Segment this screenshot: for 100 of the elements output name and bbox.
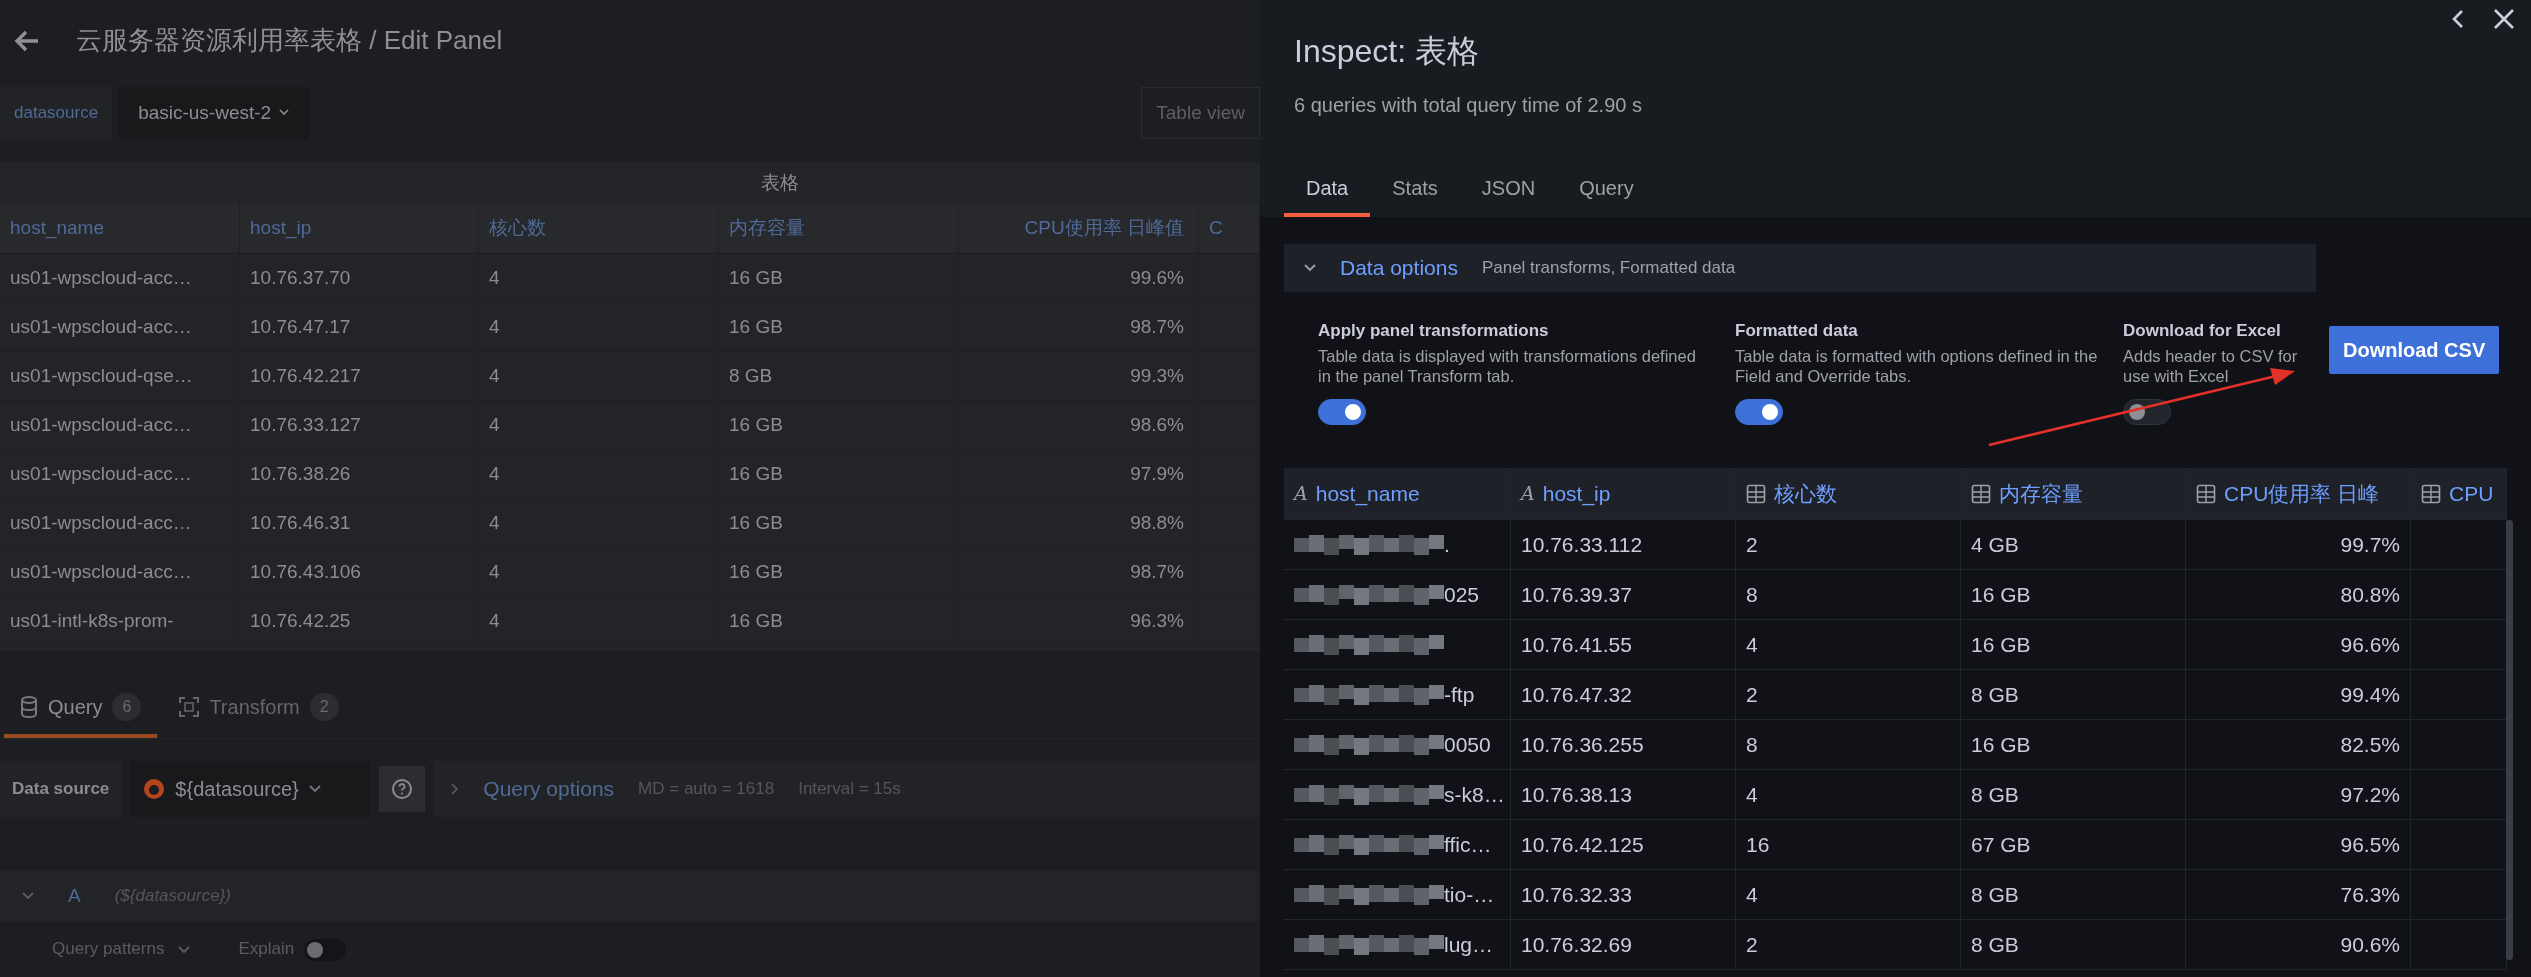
transform-tab[interactable]: Transform 2 [163,692,355,739]
table-cell: us01-wpscloud-acc… [0,449,240,498]
column-header-label: CPU使用率 日峰 [2224,480,2380,507]
chevron-down-icon [279,109,290,117]
table-cell-text: s-k8… [1444,781,1505,808]
database-icon [20,696,38,719]
table-cell: 16 GB [719,596,959,645]
column-header[interactable]: 内存容量 [1961,468,2186,519]
table-cell: 4 [1736,770,1961,819]
option-description: Adds header to CSV for use with Excel [2123,345,2299,387]
option-title: Apply panel transformations [1318,320,1550,342]
query-tab[interactable]: Query 6 [4,692,158,739]
table-cell-text: lug… [1444,931,1494,958]
table-cell: 10.76.43.106 [240,547,479,596]
drawer-subtitle: 6 queries with total query time of 2.90 s [1294,93,1643,119]
table-cell: 4 [479,596,719,645]
data-options-summary: Panel transforms, Formatted data [1481,257,1736,280]
column-header-label: host_ip [1542,480,1611,508]
table-cell: 10.76.32.33 [1511,870,1736,919]
chevron-down-icon [308,785,321,794]
column-header[interactable]: CPU使用率 日峰值 [959,203,1199,253]
query-options-link[interactable]: Query options [483,773,615,805]
option-description: Table data is displayed with transformations defined in the panel Transform tab. [1318,345,1697,387]
number-type-icon [1971,483,1991,504]
drawer-title: Inspect: 表格 [1294,32,1480,71]
column-header[interactable]: A host_name [1284,468,1511,519]
column-header[interactable]: CPU [2411,468,2507,519]
option-description: Table data is formatted with options defined in the Field and Override tabs. [1735,345,2099,387]
number-type-icon [1746,483,1766,504]
variable-dropdown[interactable]: basic-us-west-2 [118,86,310,139]
data-source-picker[interactable]: ${datasource} [129,761,372,818]
table-cell: 8 GB [1961,920,2186,969]
inspect-tab[interactable]: JSON [1459,173,1558,217]
table-cell: 16 GB [1961,570,2186,619]
table-cell: 96.5% [2186,820,2411,869]
column-header[interactable]: A host_ip [1511,468,1736,519]
column-header[interactable]: host_name [0,203,240,253]
help-button[interactable] [379,766,426,813]
table-cell: us01-wpscloud-qse… [0,351,240,400]
column-header[interactable]: 核心数 [479,203,719,253]
table-cell: 10.76.36.255 [1511,720,1736,769]
string-type-icon: A [1294,479,1308,508]
table-cell: us01-wpscloud-acc… [0,400,240,449]
scrollbar[interactable] [2506,520,2513,960]
table-cell: 10.76.47.32 [1511,670,1736,719]
table-cell: 98.8% [959,498,1199,547]
table-cell-text: -ftp [1444,681,1475,708]
table-cell: 16 GB [719,449,959,498]
column-header-label: 核心数 [1774,480,1837,507]
table-cell: 10.76.32.69 [1511,920,1736,969]
data-source-label: Data source [0,761,122,818]
table-cell: 98.7% [959,547,1199,596]
column-header[interactable]: host_ip [240,203,479,253]
table-cell: 10.76.47.17 [240,302,479,351]
column-header[interactable]: 核心数 [1736,468,1961,519]
table-cell: 99.7% [2186,520,2411,569]
back-arrow-icon[interactable] [14,28,40,53]
toggle-switch[interactable] [1735,398,1783,425]
table-cell: 90.6% [2186,920,2411,969]
table-cell: 4 [479,498,719,547]
table-cell: us01-wpscloud-acc… [0,498,240,547]
collapse-icon[interactable] [2451,8,2465,30]
table-cell: 99.4% [2186,670,2411,719]
option-title: Formatted data [1735,320,1859,342]
table-cell: 4 [479,547,719,596]
toggle-switch[interactable] [2123,398,2171,425]
download-csv-button[interactable]: Download CSV [2329,326,2500,374]
panel-title: 表格 [760,170,800,195]
table-cell: 4 [479,400,719,449]
table-cell: 16 GB [1961,720,2186,769]
table-cell: 10.76.39.37 [1511,570,1736,619]
table-cell: 96.6% [2186,620,2411,669]
table-cell: 82.5% [2186,720,2411,769]
table-cell: 2 [1736,670,1961,719]
table-cell: us01-wpscloud-acc… [0,547,240,596]
table-cell: 96.3% [959,596,1199,645]
column-header[interactable]: 内存容量 [719,203,959,253]
table-cell: 10.76.42.217 [240,351,479,400]
number-type-icon [2421,483,2441,504]
table-cell: 8 GB [1961,670,2186,719]
table-cell: 16 GB [719,498,959,547]
column-header-label: host_name [1315,480,1420,508]
table-cell: 16 GB [719,253,959,302]
table-cell: 4 [479,302,719,351]
column-header[interactable]: CPU使用率 日峰 [2186,468,2411,519]
inspect-tab[interactable]: Stats [1370,173,1460,217]
table-cell: 8 GB [1961,770,2186,819]
column-header-label: CPU [2449,480,2494,507]
explain-toggle[interactable] [304,938,347,961]
table-cell: 10.76.46.31 [240,498,479,547]
count-badge: 2 [309,693,339,722]
table-cell: us01-wpscloud-acc… [0,253,240,302]
inspect-tab[interactable]: Query [1557,173,1656,217]
data-options-bar[interactable]: Data options Panel transforms, Formatted data [1284,244,2316,292]
table-cell: 67 GB [1961,820,2186,869]
table-cell-text: 0050 [1444,731,1491,758]
close-icon[interactable] [2493,8,2515,30]
table-cell: 16 GB [719,400,959,449]
explain-label: Explain [238,939,295,959]
toggle-switch[interactable] [1318,398,1366,425]
